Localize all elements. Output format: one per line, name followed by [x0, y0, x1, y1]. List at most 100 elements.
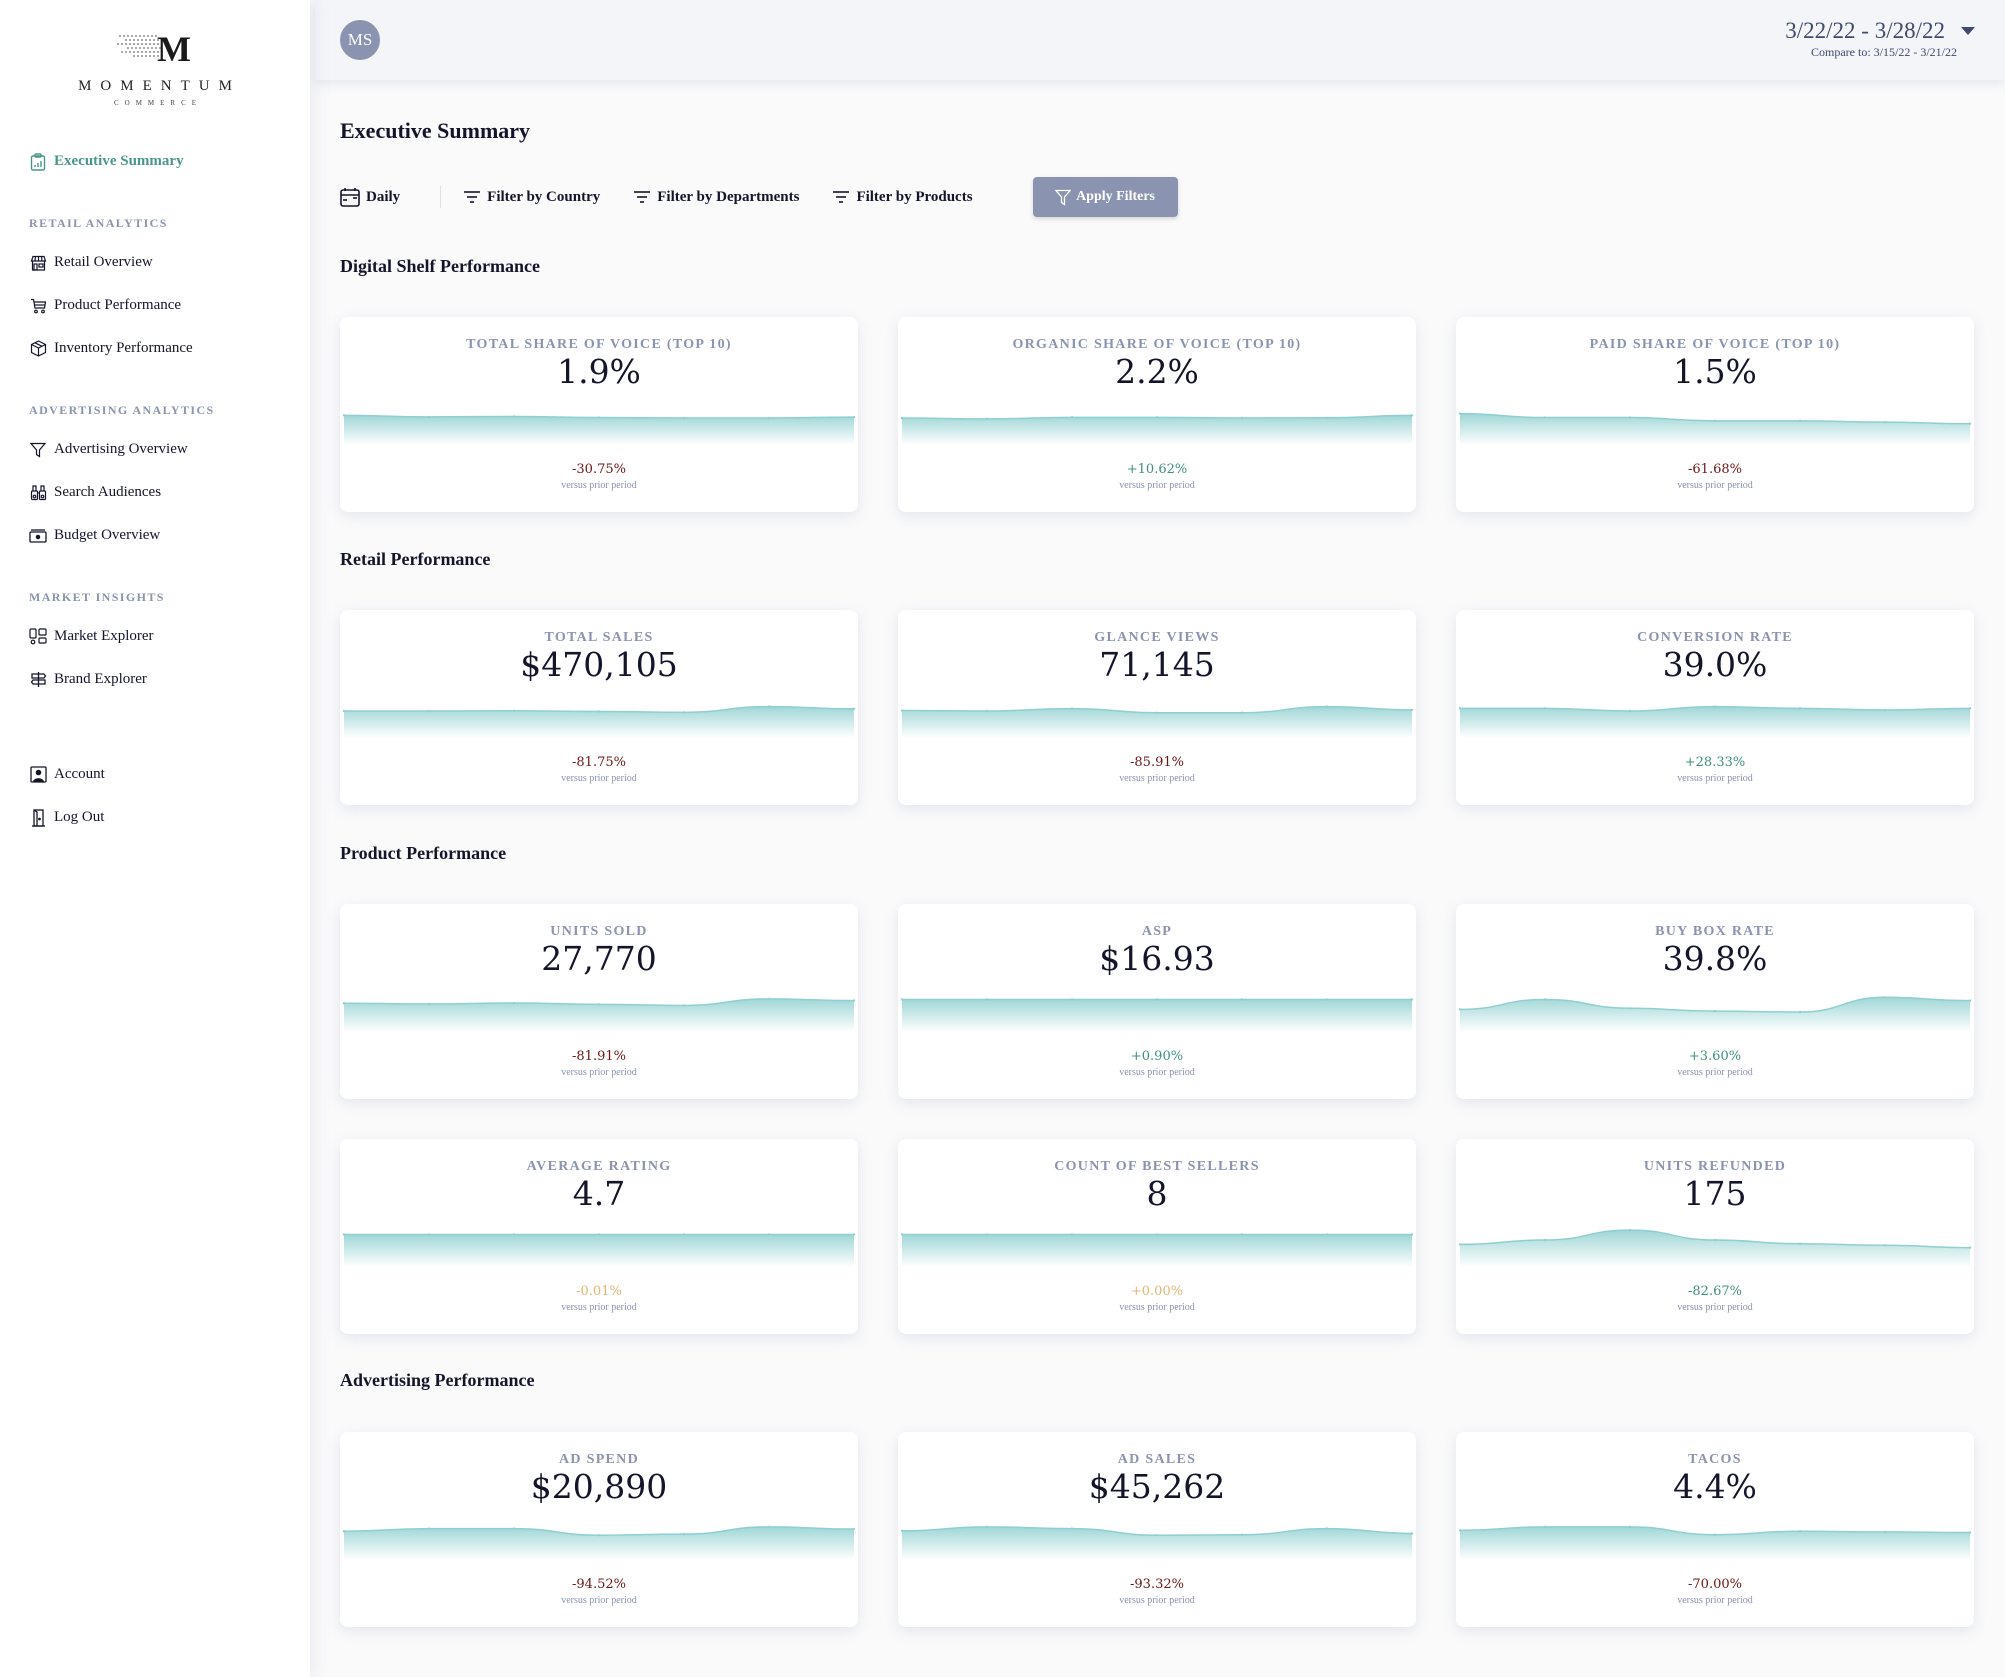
kpi-label: UNITS REFUNDED: [1643, 1159, 1787, 1174]
sparkline-point: [1713, 1533, 1717, 1536]
sidebar-item-label: Market Explorer: [54, 628, 154, 644]
apply-filters-button[interactable]: Apply Filters: [1032, 177, 1178, 217]
sparkline-area: [1460, 997, 1970, 1032]
kpi-card[interactable]: TOTAL SHARE OF VOICE (TOP 10) 1.9% -30.7…: [340, 317, 858, 512]
kpi-card[interactable]: BUY BOX RATE 39.8% +3.60% versus prior p…: [1456, 904, 1974, 1099]
granularity-selector[interactable]: Daily: [340, 187, 400, 207]
caret-down-icon[interactable]: [1961, 27, 1975, 35]
sidebar-item-search-audiences[interactable]: Search Audiences: [29, 471, 299, 514]
avatar[interactable]: MS: [340, 20, 380, 60]
filter-by-products[interactable]: Filter by Products: [832, 189, 973, 206]
sparkline-point: [1410, 1532, 1414, 1535]
kpi-change-caption: versus prior period: [1677, 1595, 1753, 1606]
sidebar-item-advertising-overview[interactable]: Advertising Overview: [29, 428, 299, 471]
sparkline-point: [985, 1233, 989, 1236]
kpi-label: AVERAGE RATING: [526, 1159, 672, 1174]
sparkline-point: [767, 416, 771, 420]
apply-filters-label: Apply Filters: [1076, 189, 1156, 204]
sparkline-point: [1713, 1238, 1717, 1242]
kpi-change-caption: versus prior period: [1119, 773, 1195, 784]
sidebar-item-market-explorer[interactable]: Market Explorer: [29, 615, 299, 658]
kpi-card[interactable]: TACOS 4.4% -70.00% versus prior period: [1456, 1432, 1974, 1627]
sparkline-point: [1968, 1531, 1972, 1534]
kpi-change: -30.75%: [572, 462, 626, 477]
sidebar-item-retail-overview[interactable]: Retail Overview: [29, 241, 299, 284]
kpi-card[interactable]: TOTAL SALES $470,105 -81.75% versus prio…: [340, 610, 858, 805]
sparkline-point: [342, 709, 346, 713]
sidebar-item-brand-explorer[interactable]: Brand Explorer: [29, 658, 299, 701]
sparkline-point: [1155, 711, 1159, 714]
date-range-picker[interactable]: 3/22/22 - 3/28/22 Compare to: 3/15/22 - …: [1785, 18, 1975, 60]
kpi-change-caption: versus prior period: [1119, 1067, 1195, 1078]
kpi-label: CONVERSION RATE: [1637, 630, 1793, 645]
sparkline-point: [1713, 419, 1717, 423]
kpi-value: 39.0%: [1662, 645, 1768, 684]
kpi-card[interactable]: UNITS REFUNDED 175 -82.67% versus prior …: [1456, 1139, 1974, 1334]
kpi-card[interactable]: ASP $16.93 +0.90% versus prior period: [898, 904, 1416, 1099]
sparkline-point: [1410, 414, 1414, 417]
sparkline-point: [1968, 999, 1972, 1002]
sidebar-item-log-out[interactable]: Log Out: [29, 796, 299, 839]
sparkline: [900, 1525, 1414, 1560]
kpi-change: -85.91%: [1130, 755, 1184, 770]
sidebar-item-label: Executive Summary: [54, 153, 184, 169]
sparkline-point: [1968, 1246, 1972, 1249]
sparkline-point: [1325, 998, 1329, 1001]
sparkline: [342, 414, 856, 445]
kpi-card[interactable]: AD SALES $45,262 -93.32% versus prior pe…: [898, 1432, 1416, 1627]
kpi-value: $16.93: [1099, 939, 1215, 978]
sparkline-area: [902, 1526, 1412, 1560]
filter-lines-icon: [463, 190, 481, 204]
kpi-card[interactable]: UNITS SOLD 27,770 -81.91% versus prior p…: [340, 904, 858, 1099]
kpi-value: 71,145: [1099, 645, 1215, 684]
kpi-card[interactable]: GLANCE VIEWS 71,145 -85.91% versus prior…: [898, 610, 1416, 805]
binoculars-icon: [29, 484, 47, 502]
sidebar-item-executive-summary[interactable]: Executive Summary: [29, 140, 299, 183]
section-title: Product Performance: [340, 843, 507, 863]
kpi-change-caption: versus prior period: [561, 773, 637, 784]
kpi-label: COUNT OF BEST SELLERS: [1054, 1159, 1260, 1174]
brand-logo[interactable]: M MOMENTUM COMMERCE: [0, 24, 310, 107]
sparkline-point: [1543, 1238, 1547, 1242]
kpi-change: -61.68%: [1688, 462, 1742, 477]
kpi-card[interactable]: AVERAGE RATING 4.7 -0.01% versus prior p…: [340, 1139, 858, 1334]
sparkline-point: [1883, 996, 1887, 999]
sparkline-point: [1458, 1008, 1462, 1011]
sparkline: [342, 1233, 856, 1267]
sparkline-point: [1325, 1233, 1329, 1236]
sparkline-point: [342, 414, 346, 417]
kpi-label: PAID SHARE OF VOICE (TOP 10): [1589, 337, 1841, 352]
filter-lines-icon: [633, 190, 651, 204]
sparkline-point: [512, 1233, 516, 1236]
kpi-change-caption: versus prior period: [1677, 1302, 1753, 1313]
sparkline-point: [427, 709, 431, 713]
brand-name: MOMENTUM: [78, 78, 241, 94]
kpi-change: +28.33%: [1684, 755, 1746, 770]
kpi-change: -81.91%: [572, 1049, 626, 1064]
sparkline-point: [597, 710, 601, 713]
sparkline-point: [1240, 711, 1244, 714]
kpi-card[interactable]: ORGANIC SHARE OF VOICE (TOP 10) 2.2% +10…: [898, 317, 1416, 512]
kpi-change-caption: versus prior period: [1677, 480, 1753, 491]
sparkline-point: [1628, 1007, 1632, 1010]
kpi-change: +0.90%: [1130, 1049, 1184, 1064]
layout-icon: [29, 628, 47, 646]
sparkline-point: [1240, 416, 1244, 420]
kpi-card[interactable]: PAID SHARE OF VOICE (TOP 10) 1.5% -61.68…: [1456, 317, 1974, 512]
box-icon: [29, 340, 47, 358]
kpi-card[interactable]: AD SPEND $20,890 -94.52% versus prior pe…: [340, 1432, 858, 1627]
sidebar-item-product-performance[interactable]: Product Performance: [29, 284, 299, 327]
filter-by-country[interactable]: Filter by Country: [463, 189, 600, 206]
section-title: Retail Performance: [340, 549, 491, 569]
sparkline-point: [342, 1233, 346, 1236]
kpi-card[interactable]: COUNT OF BEST SELLERS 8 +0.00% versus pr…: [898, 1139, 1416, 1334]
sidebar-item-account[interactable]: Account: [29, 753, 299, 796]
kpi-value: 2.2%: [1115, 352, 1199, 391]
kpi-value: 27,770: [541, 939, 657, 978]
sidebar-item-inventory-performance[interactable]: Inventory Performance: [29, 327, 299, 370]
kpi-card[interactable]: CONVERSION RATE 39.0% +28.33% versus pri…: [1456, 610, 1974, 805]
sparkline-point: [682, 1233, 686, 1236]
filter-by-departments[interactable]: Filter by Departments: [633, 189, 799, 206]
filter-label: Filter by Country: [487, 188, 601, 205]
sidebar-item-budget-overview[interactable]: Budget Overview: [29, 514, 299, 557]
